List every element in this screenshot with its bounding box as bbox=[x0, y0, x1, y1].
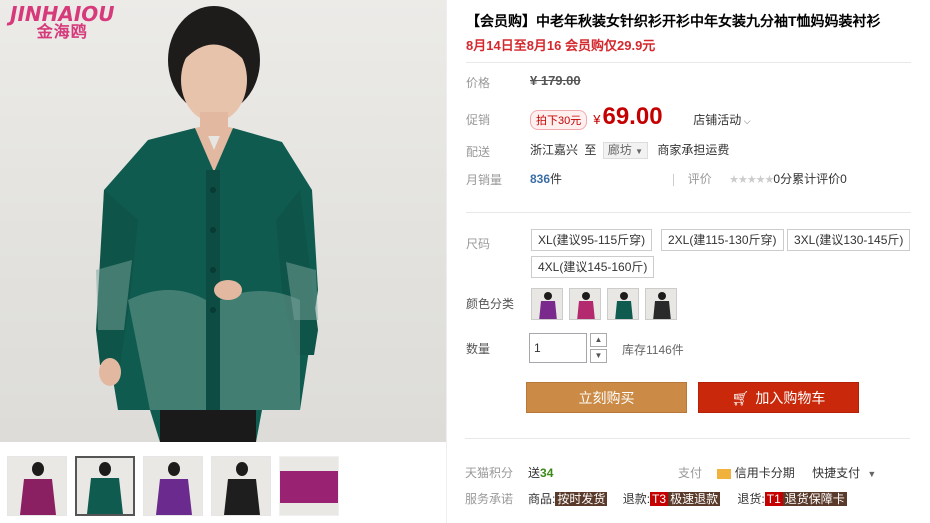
shipping-note: 商家承担运费 bbox=[657, 143, 730, 157]
chevron-down-icon[interactable]: ▼ bbox=[867, 469, 876, 479]
goods-prefix: 商品: bbox=[528, 492, 556, 506]
color-label: 颜色分类 bbox=[466, 297, 515, 311]
thumbnail-3[interactable] bbox=[143, 456, 203, 516]
thumbnail-3-image bbox=[156, 462, 192, 515]
service-row: 商品: 按时发货 退款: T3 极速退款 退货: T1 退货保障卡 bbox=[528, 490, 847, 507]
thumbnail-4[interactable] bbox=[211, 456, 271, 516]
size-option-4xl[interactable]: 4XL(建议145-160斤) bbox=[531, 256, 655, 278]
refund-prefix: 退款: bbox=[622, 492, 651, 506]
credit-installment-label: 信用卡分期 bbox=[734, 466, 795, 480]
stock-count: 库存1146件 bbox=[622, 343, 684, 357]
caret-up-icon: ▲ bbox=[594, 335, 603, 344]
monthly-sales-count: 836 bbox=[530, 172, 551, 186]
sales-row: 836件 评价 ★★★★★0分累计评价0 bbox=[530, 170, 847, 187]
size-option-2xl[interactable]: 2XL(建115-130斤穿) bbox=[661, 229, 784, 251]
thumbnail-5-image bbox=[280, 471, 338, 503]
quantity-label: 数量 bbox=[466, 342, 491, 356]
thumbnail-5[interactable] bbox=[279, 456, 339, 516]
quantity-decrease-button[interactable]: ▼ bbox=[590, 349, 607, 363]
destination-select[interactable]: 廊坊 ▼ bbox=[602, 142, 648, 159]
divider bbox=[466, 62, 911, 63]
monthly-sales-label: 月销量 bbox=[466, 173, 503, 187]
thumbnail-strip bbox=[0, 443, 446, 523]
points-row: 送34 bbox=[528, 464, 553, 481]
thumbnail-1-image bbox=[20, 462, 56, 515]
product-title: 【会员购】中老年秋装女针织衫开衫中年女装九分袖T恤妈妈装衬衫 bbox=[466, 13, 881, 29]
color-option-teal-image bbox=[615, 292, 633, 319]
promo-tag: 拍下30元 bbox=[530, 110, 588, 130]
points-value: 34 bbox=[540, 466, 554, 480]
monthly-sales-unit: 件 bbox=[550, 172, 563, 186]
promo-price: 69.00 bbox=[602, 103, 663, 130]
on-time-shipping-badge[interactable]: 按时发货 bbox=[555, 492, 608, 506]
original-price-value: ¥ 179.00 bbox=[530, 73, 581, 88]
quantity-increase-button[interactable]: ▲ bbox=[590, 333, 607, 347]
return-code-badge: T1 bbox=[764, 492, 783, 506]
size-option-xl[interactable]: XL(建议95-115斤穿) bbox=[531, 229, 653, 251]
return-guarantee-badge[interactable]: 退货保障卡 bbox=[782, 492, 847, 506]
add-to-cart-label: 加入购物车 bbox=[755, 390, 826, 406]
caret-down-icon: ▼ bbox=[635, 147, 643, 156]
buy-now-button[interactable]: 立刻购买 bbox=[526, 382, 687, 413]
color-option-rose[interactable] bbox=[569, 288, 601, 320]
size-option-3xl[interactable]: 3XL(建议130-145斤) bbox=[787, 229, 911, 251]
ship-from: 浙江嘉兴 bbox=[530, 143, 579, 157]
original-price: ¥ 179.00 bbox=[530, 73, 581, 88]
brand-logo-cn: 金海鸥 bbox=[36, 24, 88, 41]
shipping-row: 浙江嘉兴 至 廊坊 ▼ 商家承担运费 bbox=[530, 141, 729, 159]
points-send-word: 送 bbox=[528, 466, 541, 480]
store-activity-dropdown[interactable]: 店铺活动 ⌵ bbox=[693, 113, 750, 127]
color-option-rose-image bbox=[577, 292, 595, 319]
thumbnail-2-image bbox=[87, 462, 123, 514]
payment-label: 支付 bbox=[678, 466, 703, 480]
payment-row: 支付 信用卡分期 快捷支付 ▼ bbox=[678, 464, 876, 481]
currency-symbol: ¥ bbox=[593, 112, 601, 127]
brand-logo-en: JINHAIOU bbox=[10, 2, 115, 26]
divider bbox=[465, 438, 910, 439]
color-option-teal[interactable] bbox=[607, 288, 639, 320]
review-label: 评价 bbox=[687, 172, 712, 186]
product-subtitle: 8月14日至8月16 会员购仅29.9元 bbox=[466, 38, 656, 53]
rating-stars-icon: ★★★★★ bbox=[729, 174, 774, 186]
color-option-black[interactable] bbox=[645, 288, 677, 320]
destination-value: 廊坊 bbox=[607, 143, 632, 157]
caret-down-icon: ▼ bbox=[594, 351, 603, 360]
ship-to-word: 至 bbox=[584, 143, 597, 157]
product-info-panel: 【会员购】中老年秋装女针织衫开衫中年女装九分袖T恤妈妈装衬衫 8月14日至8月1… bbox=[446, 0, 930, 523]
color-option-black-image bbox=[653, 292, 671, 319]
credit-card-icon bbox=[717, 468, 732, 479]
shipping-label: 配送 bbox=[466, 145, 491, 159]
promo-row: 拍下30元 ¥69.00 店铺活动 ⌵ bbox=[530, 103, 751, 131]
quick-pay-label: 快捷支付 bbox=[812, 466, 861, 480]
product-gallery: JINHAIOU 金海鸥 bbox=[0, 0, 446, 523]
thumbnail-1[interactable] bbox=[7, 456, 67, 516]
price-label: 价格 bbox=[466, 76, 491, 90]
model-illustration bbox=[96, 6, 318, 442]
promo-label: 促销 bbox=[466, 113, 491, 127]
thumbnail-4-image bbox=[224, 462, 260, 515]
size-label: 尺码 bbox=[466, 237, 491, 251]
brand-logo: JINHAIOU 金海鸥 bbox=[10, 4, 115, 41]
main-product-photo[interactable]: JINHAIOU 金海鸥 bbox=[0, 0, 446, 442]
service-label: 服务承诺 bbox=[465, 492, 514, 506]
refund-code-badge: T3 bbox=[650, 492, 669, 506]
color-option-purple-image bbox=[539, 292, 557, 319]
return-prefix: 退货: bbox=[737, 492, 765, 506]
cart-icon: 🛒︎ bbox=[731, 390, 750, 406]
fast-refund-badge[interactable]: 极速退款 bbox=[668, 492, 721, 506]
divider bbox=[673, 173, 675, 186]
divider bbox=[466, 212, 911, 213]
store-activity-label: 店铺活动 bbox=[693, 113, 742, 127]
points-label: 天猫积分 bbox=[465, 466, 514, 480]
thumbnail-2[interactable] bbox=[75, 456, 135, 516]
quantity-input[interactable] bbox=[529, 333, 587, 363]
add-to-cart-button[interactable]: 🛒︎ 加入购物车 bbox=[698, 382, 859, 413]
chevron-down-icon: ⌵ bbox=[741, 116, 751, 126]
review-summary[interactable]: 0分累计评价0 bbox=[773, 172, 846, 186]
color-option-purple[interactable] bbox=[531, 288, 563, 320]
